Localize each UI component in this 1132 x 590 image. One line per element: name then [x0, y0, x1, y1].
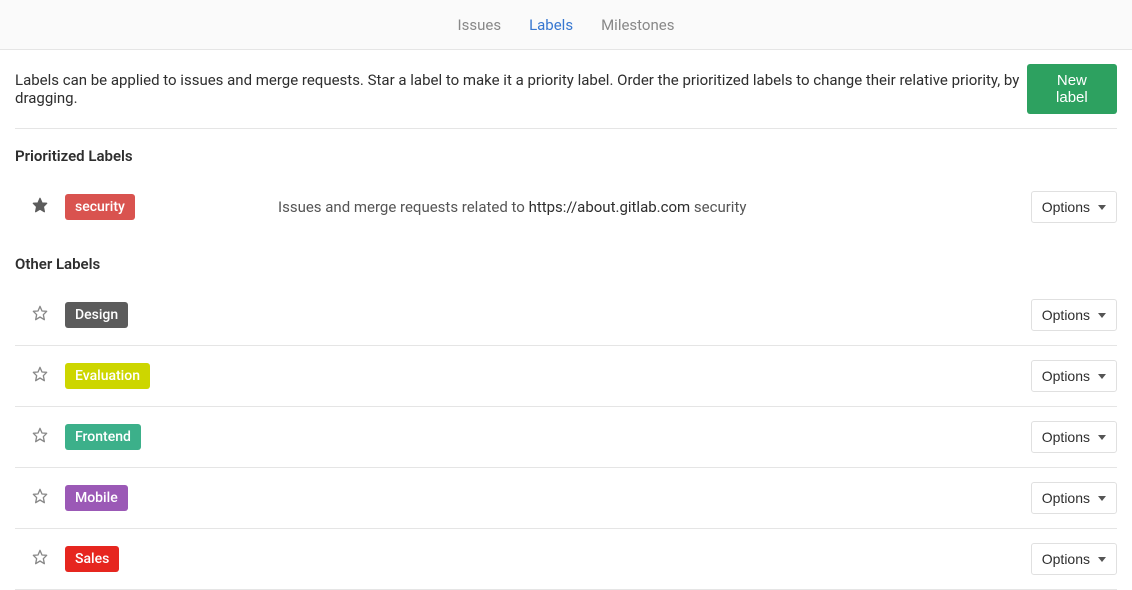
tab-issues[interactable]: Issues	[444, 0, 516, 50]
description-link[interactable]: https://about.gitlab.com	[529, 198, 691, 216]
label-badge[interactable]: Mobile	[65, 485, 128, 511]
star-outline-icon	[32, 553, 48, 569]
label-badge[interactable]: Frontend	[65, 424, 141, 450]
star-toggle[interactable]	[15, 488, 65, 508]
options-button-label: Options	[1042, 307, 1090, 323]
other-heading: Other Labels	[15, 237, 1117, 285]
tab-labels[interactable]: Labels	[515, 0, 587, 50]
description-text: security	[690, 198, 746, 216]
content-area: Labels can be applied to issues and merg…	[0, 50, 1132, 590]
options-cell: Options	[1017, 543, 1117, 575]
options-button-label: Options	[1042, 490, 1090, 506]
label-badge-cell: Frontend	[65, 424, 278, 450]
star-toggle[interactable]	[15, 549, 65, 569]
label-badge-cell: Design	[65, 302, 278, 328]
label-badge-cell: Mobile	[65, 485, 278, 511]
options-cell: Options	[1017, 191, 1117, 223]
help-text: Labels can be applied to issues and merg…	[15, 71, 1027, 107]
star-outline-icon	[32, 431, 48, 447]
chevron-down-icon	[1098, 496, 1106, 501]
label-row: Mobile Options	[15, 468, 1117, 529]
label-row: securityIssues and merge requests relate…	[15, 177, 1117, 237]
label-badge[interactable]: security	[65, 194, 135, 220]
chevron-down-icon	[1098, 313, 1106, 318]
new-label-button[interactable]: New label	[1027, 64, 1117, 114]
star-toggle[interactable]	[15, 197, 65, 217]
options-button[interactable]: Options	[1031, 360, 1117, 392]
label-description: Issues and merge requests related to htt…	[278, 198, 1017, 216]
options-button[interactable]: Options	[1031, 299, 1117, 331]
star-toggle[interactable]	[15, 305, 65, 325]
options-button-label: Options	[1042, 429, 1090, 445]
prioritized-heading: Prioritized Labels	[15, 129, 1117, 177]
label-badge[interactable]: Evaluation	[65, 363, 150, 389]
chevron-down-icon	[1098, 374, 1106, 379]
options-button[interactable]: Options	[1031, 543, 1117, 575]
options-button[interactable]: Options	[1031, 191, 1117, 223]
other-labels-list: Design Options Evaluation Options Frontend Op…	[15, 285, 1117, 590]
header-row: Labels can be applied to issues and merg…	[15, 64, 1117, 129]
label-badge-cell: Evaluation	[65, 363, 278, 389]
star-filled-icon	[32, 201, 48, 217]
chevron-down-icon	[1098, 205, 1106, 210]
options-button-label: Options	[1042, 199, 1090, 215]
label-badge-cell: security	[65, 194, 278, 220]
star-outline-icon	[32, 370, 48, 386]
star-outline-icon	[32, 309, 48, 325]
tab-milestones[interactable]: Milestones	[587, 0, 688, 50]
options-button-label: Options	[1042, 551, 1090, 567]
tabs-bar: Issues Labels Milestones	[0, 0, 1132, 50]
chevron-down-icon	[1098, 557, 1106, 562]
options-cell: Options	[1017, 299, 1117, 331]
label-badge[interactable]: Design	[65, 302, 128, 328]
prioritized-labels-list: securityIssues and merge requests relate…	[15, 177, 1117, 237]
chevron-down-icon	[1098, 435, 1106, 440]
options-button-label: Options	[1042, 368, 1090, 384]
label-row: Evaluation Options	[15, 346, 1117, 407]
description-text: Issues and merge requests related to	[278, 198, 529, 216]
label-row: Frontend Options	[15, 407, 1117, 468]
options-cell: Options	[1017, 482, 1117, 514]
options-cell: Options	[1017, 421, 1117, 453]
star-toggle[interactable]	[15, 427, 65, 447]
label-row: SalesOptions	[15, 529, 1117, 590]
star-outline-icon	[32, 492, 48, 508]
label-row: Design Options	[15, 285, 1117, 346]
options-button[interactable]: Options	[1031, 421, 1117, 453]
options-button[interactable]: Options	[1031, 482, 1117, 514]
options-cell: Options	[1017, 360, 1117, 392]
star-toggle[interactable]	[15, 366, 65, 386]
